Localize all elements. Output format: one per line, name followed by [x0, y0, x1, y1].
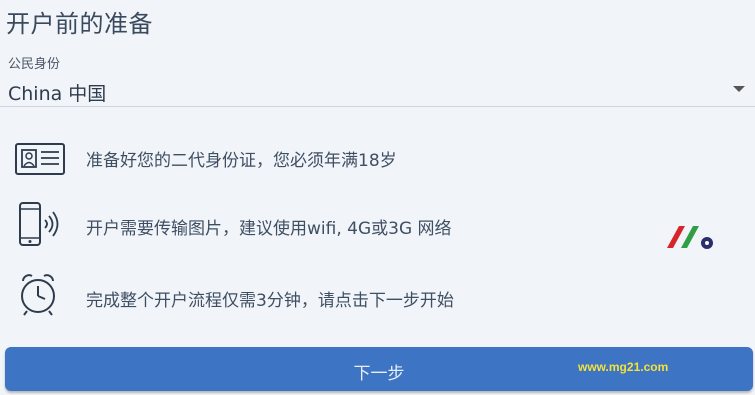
requirement-text: 准备好您的二代身份证，您必须年满18岁 — [86, 151, 397, 171]
citizenship-label: 公民身份 — [8, 57, 61, 72]
requirement-item: 完成整个开户流程仅需3分钟，请点击下一步开始 — [0, 266, 755, 322]
account-prep-page: 开户前的准备 公民身份 China 中国 准备好您的二代身份证，您必须年满18岁… — [0, 0, 755, 395]
watermark-text: www.mg21.com — [578, 360, 669, 374]
page-title: 开户前的准备 — [6, 10, 153, 38]
phone-signal-icon — [19, 202, 59, 246]
requirement-item: 准备好您的二代身份证，您必须年满18岁 — [0, 128, 755, 184]
next-button[interactable]: 下一步 www.mg21.com — [5, 347, 753, 391]
requirement-item: 开户需要传输图片，建议使用wifi, 4G或3G 网络 — [0, 196, 755, 252]
id-card-icon — [15, 143, 65, 175]
citizenship-select[interactable]: 公民身份 China 中国 — [0, 50, 755, 107]
requirement-text: 开户需要传输图片，建议使用wifi, 4G或3G 网络 — [86, 219, 452, 239]
caret-down-icon[interactable] — [733, 86, 745, 92]
requirement-text: 完成整个开户流程仅需3分钟，请点击下一步开始 — [86, 291, 454, 311]
citizenship-value[interactable]: China 中国 — [8, 79, 106, 106]
brand-logo — [667, 226, 713, 249]
alarm-clock-icon — [21, 274, 55, 316]
